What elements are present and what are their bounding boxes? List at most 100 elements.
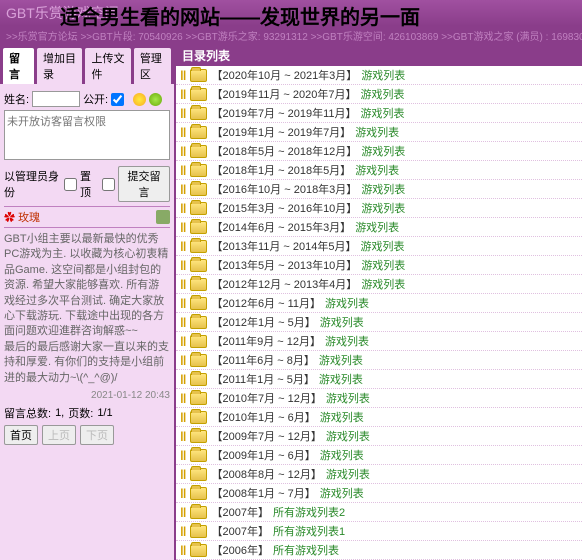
- table-row[interactable]: ‖【2018年5月 ~ 2018年12月】 游戏列表: [176, 142, 582, 161]
- table-row[interactable]: ‖【2011年6月 ~ 8月】 游戏列表: [176, 351, 582, 370]
- pager-first[interactable]: 首页: [4, 425, 38, 445]
- row-link[interactable]: 游戏列表: [326, 466, 370, 482]
- drag-handle-icon[interactable]: ‖: [180, 335, 186, 348]
- row-link[interactable]: 所有游戏列表: [273, 542, 339, 558]
- tab-guestbook[interactable]: 留 言: [2, 47, 35, 84]
- drag-handle-icon[interactable]: ‖: [180, 392, 186, 405]
- table-row[interactable]: ‖【2010年1月 ~ 6月】 游戏列表: [176, 408, 582, 427]
- admin-checkbox[interactable]: [64, 178, 77, 191]
- drag-handle-icon[interactable]: ‖: [180, 202, 186, 215]
- row-link[interactable]: 所有游戏列表2: [273, 504, 345, 520]
- message-textarea[interactable]: [4, 110, 170, 160]
- row-link[interactable]: 游戏列表: [320, 409, 364, 425]
- row-link[interactable]: 游戏列表: [320, 447, 364, 463]
- folder-icon: [190, 240, 207, 253]
- row-link[interactable]: 游戏列表: [361, 276, 405, 292]
- drag-handle-icon[interactable]: ‖: [180, 430, 186, 443]
- row-link[interactable]: 游戏列表: [361, 181, 405, 197]
- drag-handle-icon[interactable]: ‖: [180, 107, 186, 120]
- row-link[interactable]: 游戏列表: [361, 143, 405, 159]
- table-row[interactable]: ‖【2007年】 所有游戏列表2: [176, 503, 582, 522]
- row-link[interactable]: 游戏列表: [355, 162, 399, 178]
- table-row[interactable]: ‖【2013年11月 ~ 2014年5月】 游戏列表: [176, 237, 582, 256]
- table-row[interactable]: ‖【2014年6月 ~ 2015年3月】 游戏列表: [176, 218, 582, 237]
- row-link[interactable]: 游戏列表: [361, 67, 405, 83]
- row-link[interactable]: 游戏列表: [320, 314, 364, 330]
- table-row[interactable]: ‖【2009年1月 ~ 6月】 游戏列表: [176, 446, 582, 465]
- folder-icon: [190, 88, 207, 101]
- smiley-icon[interactable]: [133, 93, 146, 106]
- table-row[interactable]: ‖【2011年9月 ~ 12月】 游戏列表: [176, 332, 582, 351]
- drag-handle-icon[interactable]: ‖: [180, 297, 186, 310]
- tab-add-folder[interactable]: 增加目录: [36, 47, 83, 84]
- tab-upload[interactable]: 上传文件: [84, 47, 131, 84]
- row-link[interactable]: 游戏列表: [361, 200, 405, 216]
- table-row[interactable]: ‖【2012年12月 ~ 2013年4月】 游戏列表: [176, 275, 582, 294]
- table-row[interactable]: ‖【2012年6月 ~ 11月】 游戏列表: [176, 294, 582, 313]
- drag-handle-icon[interactable]: ‖: [180, 183, 186, 196]
- drag-handle-icon[interactable]: ‖: [180, 373, 186, 386]
- row-link[interactable]: 游戏列表: [325, 295, 369, 311]
- drag-handle-icon[interactable]: ‖: [180, 525, 186, 538]
- drag-handle-icon[interactable]: ‖: [180, 126, 186, 139]
- admin-label: 以管理员身份: [4, 168, 61, 200]
- table-row[interactable]: ‖【2007年】 所有游戏列表1: [176, 522, 582, 541]
- row-link[interactable]: 游戏列表: [360, 105, 404, 121]
- row-label: 【2019年1月 ~ 2019年7月】: [211, 124, 351, 140]
- row-link[interactable]: 游戏列表: [319, 371, 363, 387]
- table-row[interactable]: ‖【2020年10月 ~ 2021年3月】 游戏列表: [176, 66, 582, 85]
- row-link[interactable]: 游戏列表: [355, 219, 399, 235]
- table-row[interactable]: ‖【2019年11月 ~ 2020年7月】 游戏列表: [176, 85, 582, 104]
- drag-handle-icon[interactable]: ‖: [180, 69, 186, 82]
- frog-icon[interactable]: [149, 93, 162, 106]
- table-row[interactable]: ‖【2015年3月 ~ 2016年10月】 游戏列表: [176, 199, 582, 218]
- table-row[interactable]: ‖【2016年10月 ~ 2018年3月】 游戏列表: [176, 180, 582, 199]
- public-label: 公开:: [83, 91, 108, 107]
- drag-handle-icon[interactable]: ‖: [180, 411, 186, 424]
- drag-handle-icon[interactable]: ‖: [180, 145, 186, 158]
- pager-prev[interactable]: 上页: [42, 425, 76, 445]
- drag-handle-icon[interactable]: ‖: [180, 544, 186, 557]
- row-label: 【2006年】: [211, 542, 268, 558]
- drag-handle-icon[interactable]: ‖: [180, 468, 186, 481]
- tab-admin[interactable]: 管理区: [133, 47, 172, 84]
- table-row[interactable]: ‖ 【2019年1月 ~ 2019年7月】 游戏列表: [176, 123, 582, 142]
- drag-handle-icon[interactable]: ‖: [180, 240, 186, 253]
- row-link[interactable]: 所有游戏列表1: [273, 523, 345, 539]
- pager-next[interactable]: 下页: [80, 425, 114, 445]
- drag-handle-icon[interactable]: ‖: [180, 506, 186, 519]
- drag-handle-icon[interactable]: ‖: [180, 354, 186, 367]
- row-link[interactable]: 游戏列表: [320, 485, 364, 501]
- public-checkbox[interactable]: [111, 93, 124, 106]
- table-row[interactable]: ‖ 【2006年】 所有游戏列表: [176, 541, 582, 560]
- table-row[interactable]: ‖【2013年5月 ~ 2013年10月】 游戏列表: [176, 256, 582, 275]
- table-row[interactable]: ‖【2009年7月 ~ 12月】 游戏列表: [176, 427, 582, 446]
- row-link[interactable]: 游戏列表: [326, 390, 370, 406]
- table-row[interactable]: ‖【2012年1月 ~ 5月】 游戏列表: [176, 313, 582, 332]
- drag-handle-icon[interactable]: ‖: [180, 487, 186, 500]
- row-link[interactable]: 游戏列表: [360, 86, 404, 102]
- drag-handle-icon[interactable]: ‖: [180, 449, 186, 462]
- drag-handle-icon[interactable]: ‖: [180, 259, 186, 272]
- drag-handle-icon[interactable]: ‖: [180, 88, 186, 101]
- submit-button[interactable]: 提交留言: [118, 166, 170, 202]
- pin-checkbox[interactable]: [102, 178, 115, 191]
- row-link[interactable]: 游戏列表: [326, 428, 370, 444]
- row-link[interactable]: 游戏列表: [360, 238, 404, 254]
- row-link[interactable]: 游戏列表: [319, 352, 363, 368]
- table-row[interactable]: ‖【2011年1月 ~ 5月】 游戏列表: [176, 370, 582, 389]
- drag-handle-icon[interactable]: ‖: [180, 278, 186, 291]
- folder-icon: [190, 278, 207, 291]
- table-row[interactable]: ‖【2008年8月 ~ 12月】 游戏列表: [176, 465, 582, 484]
- drag-handle-icon[interactable]: ‖: [180, 164, 186, 177]
- row-link[interactable]: 游戏列表: [355, 124, 399, 140]
- table-row[interactable]: ‖【2019年7月 ~ 2019年11月】 游戏列表: [176, 104, 582, 123]
- row-link[interactable]: 游戏列表: [361, 257, 405, 273]
- row-link[interactable]: 游戏列表: [325, 333, 369, 349]
- drag-handle-icon[interactable]: ‖: [180, 316, 186, 329]
- table-row[interactable]: ‖【2010年7月 ~ 12月】 游戏列表: [176, 389, 582, 408]
- table-row[interactable]: ‖【2008年1月 ~ 7月】 游戏列表: [176, 484, 582, 503]
- drag-handle-icon[interactable]: ‖: [180, 221, 186, 234]
- table-row[interactable]: ‖【2018年1月 ~ 2018年5月】 游戏列表: [176, 161, 582, 180]
- name-input[interactable]: [32, 91, 80, 107]
